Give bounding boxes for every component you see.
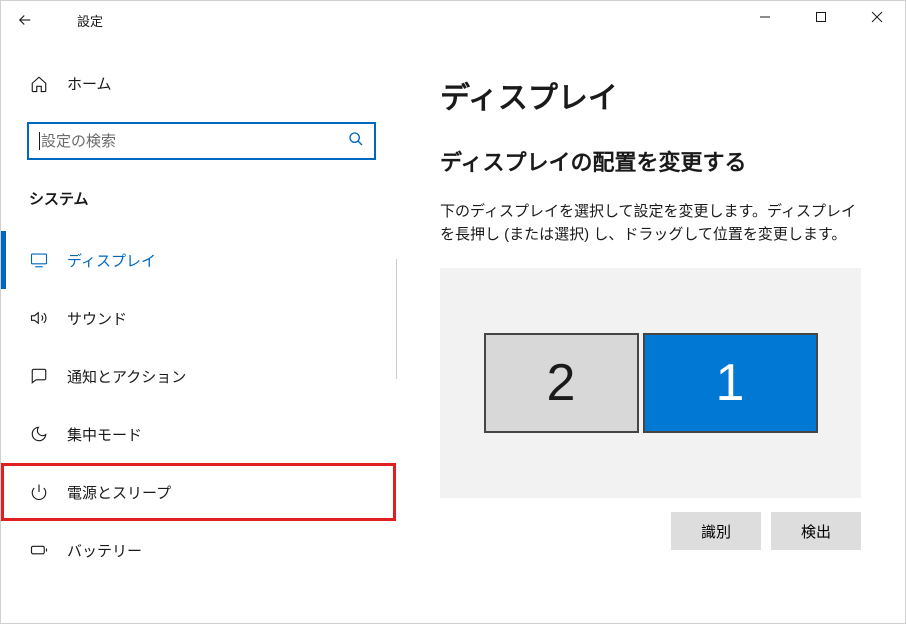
moon-icon xyxy=(29,425,49,443)
section-description: 下のディスプレイを選択して設定を変更します。ディスプレイを長押し (または選択)… xyxy=(440,201,861,246)
home-icon xyxy=(29,75,49,93)
page-title: ディスプレイ xyxy=(440,73,861,117)
maximize-icon xyxy=(815,11,827,23)
search-input[interactable] xyxy=(39,132,348,151)
sidebar-home-label: ホーム xyxy=(67,73,112,94)
titlebar: 設定 xyxy=(1,1,905,39)
speaker-icon xyxy=(29,309,49,327)
search-icon xyxy=(348,131,364,152)
sidebar-item-label: サウンド xyxy=(67,308,127,329)
sidebar-item-notifications[interactable]: 通知とアクション xyxy=(1,347,396,405)
monitor-number: 1 xyxy=(716,353,745,413)
scrollbar-track[interactable] xyxy=(396,259,397,379)
power-icon xyxy=(29,483,49,501)
main-panel: ディスプレイ ディスプレイの配置を変更する 下のディスプレイを選択して設定を変更… xyxy=(396,39,905,623)
text-caret xyxy=(39,132,40,150)
sidebar-item-battery[interactable]: バッテリー xyxy=(1,521,396,579)
sidebar-item-focus[interactable]: 集中モード xyxy=(1,405,396,463)
search-box[interactable] xyxy=(27,122,376,160)
close-button[interactable] xyxy=(849,1,905,33)
minimize-button[interactable] xyxy=(737,1,793,33)
sidebar-home[interactable]: ホーム xyxy=(1,67,396,100)
sidebar-item-label: ディスプレイ xyxy=(67,250,156,271)
sidebar-item-label: 集中モード xyxy=(67,424,142,445)
minimize-icon xyxy=(759,11,771,23)
detect-button[interactable]: 検出 xyxy=(771,512,861,550)
monitor-tile-1[interactable]: 1 xyxy=(643,333,818,433)
arrow-left-icon xyxy=(16,11,34,29)
back-button[interactable] xyxy=(1,1,49,39)
monitor-tile-2[interactable]: 2 xyxy=(484,333,639,433)
sidebar-item-label: バッテリー xyxy=(67,540,142,561)
battery-icon xyxy=(29,541,49,559)
display-arrangement-area[interactable]: 2 1 xyxy=(440,268,861,498)
sidebar-item-label: 通知とアクション xyxy=(67,366,186,387)
window-title: 設定 xyxy=(77,11,103,30)
sidebar-item-label: 電源とスリープ xyxy=(67,482,171,503)
monitor-icon xyxy=(29,251,49,269)
window-controls xyxy=(737,1,905,33)
sidebar-item-display[interactable]: ディスプレイ xyxy=(1,231,396,289)
close-icon xyxy=(871,11,883,23)
sidebar-item-power[interactable]: 電源とスリープ xyxy=(1,463,396,521)
message-icon xyxy=(29,367,49,385)
section-title: ディスプレイの配置を変更する xyxy=(440,145,861,177)
identify-button[interactable]: 識別 xyxy=(671,512,761,550)
sidebar: ホーム システム ディスプレイ サウンド xyxy=(1,39,396,623)
monitor-number: 2 xyxy=(547,353,576,413)
sidebar-section-label: システム xyxy=(29,188,396,209)
maximize-button[interactable] xyxy=(793,1,849,33)
sidebar-item-sound[interactable]: サウンド xyxy=(1,289,396,347)
